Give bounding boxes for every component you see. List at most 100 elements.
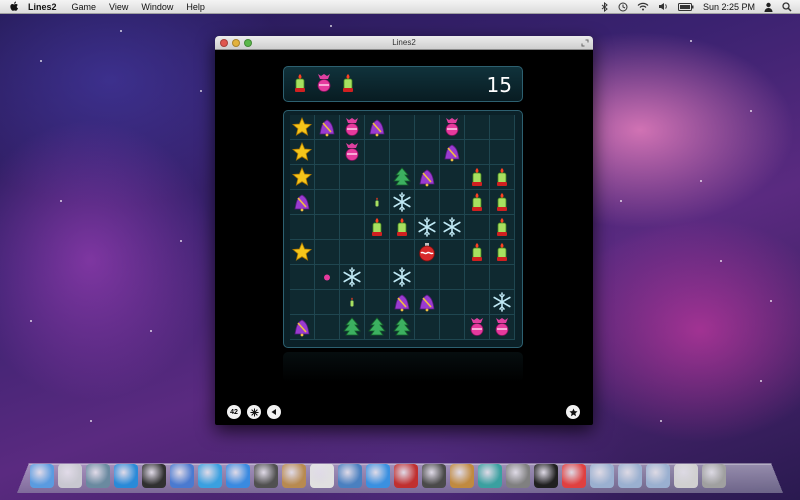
ichat-icon[interactable] <box>226 464 250 488</box>
board-cell[interactable] <box>290 115 315 140</box>
undo-button[interactable] <box>267 405 281 419</box>
board-cell[interactable] <box>415 115 440 140</box>
itunes-icon[interactable] <box>366 464 390 488</box>
board-cell[interactable] <box>365 265 390 290</box>
board-cell[interactable] <box>315 265 340 290</box>
board-cell[interactable] <box>315 215 340 240</box>
snowflake-toggle-button[interactable] <box>247 405 261 419</box>
battery-icon[interactable] <box>677 2 694 11</box>
board-cell[interactable] <box>415 140 440 165</box>
folder-icon[interactable] <box>590 464 614 488</box>
board-cell[interactable] <box>315 290 340 315</box>
address-book-icon[interactable] <box>282 464 306 488</box>
board-cell[interactable] <box>365 215 390 240</box>
board-cell[interactable] <box>340 240 365 265</box>
documents-icon[interactable] <box>618 464 642 488</box>
board-cell[interactable] <box>340 165 365 190</box>
board-cell[interactable] <box>315 165 340 190</box>
fullscreen-icon[interactable] <box>581 39 589 47</box>
board-cell[interactable] <box>365 140 390 165</box>
launchpad-icon[interactable] <box>58 464 82 488</box>
board-cell[interactable] <box>315 140 340 165</box>
board-cell[interactable] <box>390 240 415 265</box>
board-cell[interactable] <box>490 140 515 165</box>
wifi-icon[interactable] <box>637 2 649 11</box>
board-cell[interactable] <box>390 140 415 165</box>
board-cell[interactable] <box>440 190 465 215</box>
time-machine-icon[interactable] <box>478 464 502 488</box>
board-cell[interactable] <box>340 115 365 140</box>
menu-clock[interactable]: Sun 2:25 PM <box>703 2 755 12</box>
board-cell[interactable] <box>440 265 465 290</box>
board-cell[interactable] <box>465 265 490 290</box>
board-cell[interactable] <box>365 240 390 265</box>
board-cell[interactable] <box>440 240 465 265</box>
preview-icon[interactable] <box>170 464 194 488</box>
board-cell[interactable] <box>390 165 415 190</box>
board-cell[interactable] <box>490 315 515 340</box>
board-cell[interactable] <box>340 215 365 240</box>
board-cell[interactable] <box>415 315 440 340</box>
board-cell[interactable] <box>315 315 340 340</box>
ical-icon[interactable] <box>310 464 334 488</box>
board-cell[interactable] <box>490 115 515 140</box>
safari-icon[interactable] <box>198 464 222 488</box>
board-cell[interactable] <box>415 240 440 265</box>
time-machine-icon[interactable] <box>618 2 628 12</box>
board-cell[interactable] <box>490 265 515 290</box>
board-cell[interactable] <box>415 290 440 315</box>
board-cell[interactable] <box>340 265 365 290</box>
menu-help[interactable]: Help <box>186 2 205 12</box>
board-cell[interactable] <box>315 240 340 265</box>
close-button[interactable] <box>220 39 228 47</box>
board-cell[interactable] <box>315 190 340 215</box>
apple-menu-icon[interactable] <box>9 1 19 12</box>
board-cell[interactable] <box>465 115 490 140</box>
board-cell[interactable] <box>490 215 515 240</box>
board-cell[interactable] <box>390 315 415 340</box>
board-cell[interactable] <box>290 140 315 165</box>
imovie-icon[interactable] <box>422 464 446 488</box>
iphoto-icon[interactable] <box>338 464 362 488</box>
board-cell[interactable] <box>365 315 390 340</box>
colors-icon[interactable] <box>562 464 586 488</box>
spotlight-icon[interactable] <box>782 1 792 12</box>
board-cell[interactable] <box>290 265 315 290</box>
board-cell[interactable] <box>465 315 490 340</box>
board-cell[interactable] <box>365 190 390 215</box>
board-cell[interactable] <box>390 215 415 240</box>
menu-game[interactable]: Game <box>72 2 97 12</box>
board-cell[interactable] <box>340 315 365 340</box>
board-cell[interactable] <box>290 240 315 265</box>
board-cell[interactable] <box>290 215 315 240</box>
board-cell[interactable] <box>365 115 390 140</box>
menu-window[interactable]: Window <box>141 2 173 12</box>
board-cell[interactable] <box>290 190 315 215</box>
volume-icon[interactable] <box>658 2 669 11</box>
trash-icon[interactable] <box>702 464 726 488</box>
dashboard-icon[interactable] <box>142 464 166 488</box>
board-cell[interactable] <box>365 165 390 190</box>
photo-icon[interactable] <box>394 464 418 488</box>
board-cell[interactable] <box>440 290 465 315</box>
board-cell[interactable] <box>415 165 440 190</box>
facetime-icon[interactable] <box>254 464 278 488</box>
board-cell[interactable] <box>390 290 415 315</box>
board-cell[interactable] <box>490 190 515 215</box>
app-store-icon[interactable] <box>114 464 138 488</box>
board-cell[interactable] <box>465 165 490 190</box>
board-cell[interactable] <box>390 190 415 215</box>
board-cell[interactable] <box>415 190 440 215</box>
board-cell[interactable] <box>490 290 515 315</box>
board-cell[interactable] <box>340 290 365 315</box>
board-cell[interactable] <box>490 240 515 265</box>
user-icon[interactable] <box>764 2 773 12</box>
board-cell[interactable] <box>340 140 365 165</box>
applications-icon[interactable] <box>674 464 698 488</box>
board-cell[interactable] <box>490 165 515 190</box>
window-titlebar[interactable]: Lines2 <box>215 36 593 50</box>
board-cell[interactable] <box>390 115 415 140</box>
board-cell[interactable] <box>415 215 440 240</box>
board-cell[interactable] <box>440 140 465 165</box>
board-cell[interactable] <box>290 165 315 190</box>
